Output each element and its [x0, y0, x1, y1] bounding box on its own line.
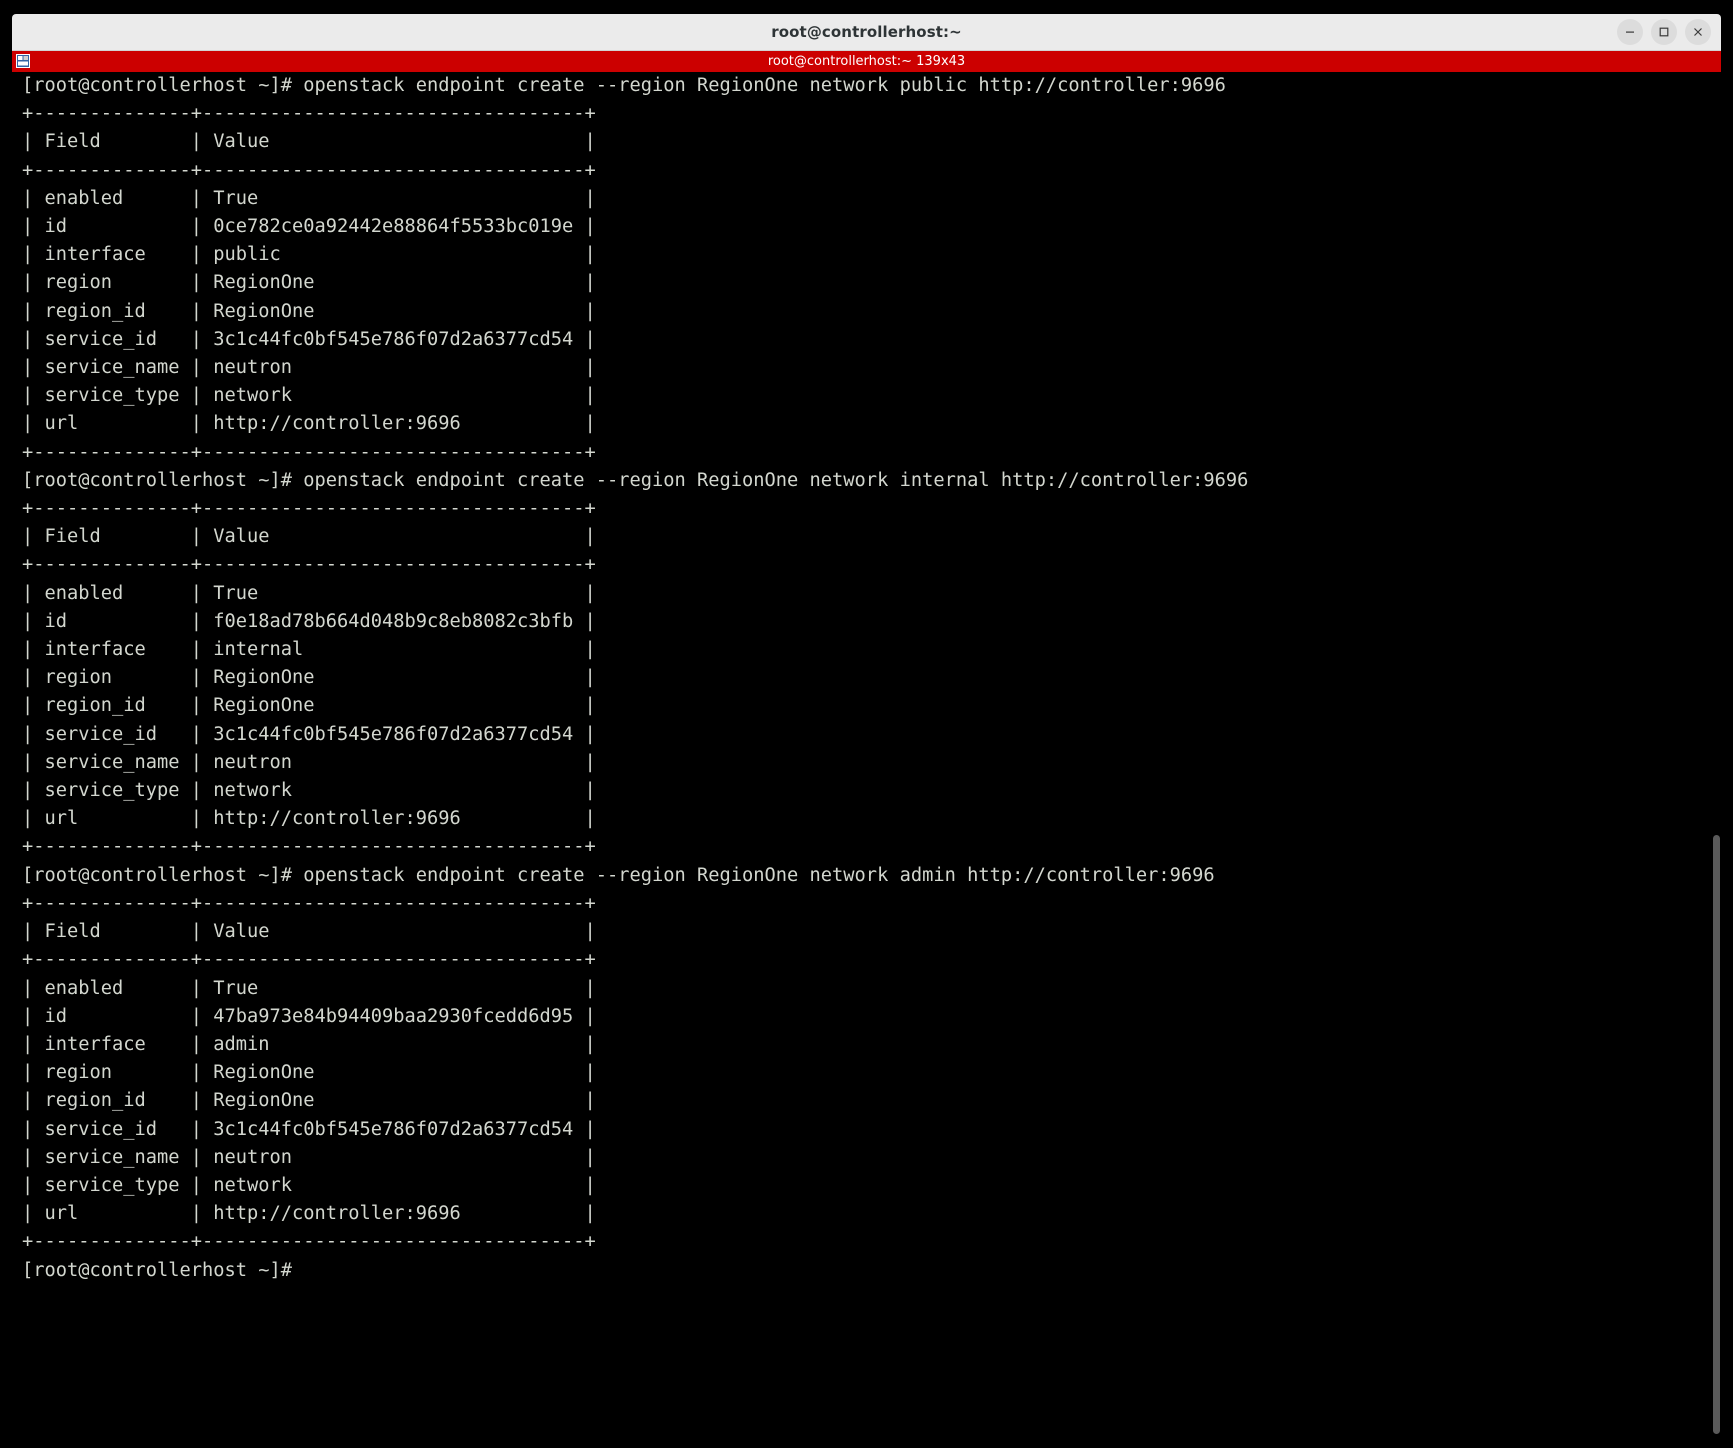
close-button[interactable]	[1685, 19, 1711, 45]
window-title: root@controllerhost:~	[771, 23, 962, 41]
close-icon	[1694, 28, 1702, 36]
terminal-output: [root@controllerhost ~]# openstack endpo…	[22, 75, 1249, 1281]
minimize-button[interactable]	[1617, 19, 1643, 45]
terminal-window: root@controllerhost:~ root@controllerhos…	[0, 0, 1733, 1448]
terminal-tabbar[interactable]: root@controllerhost:~ 139x43	[12, 51, 1721, 72]
window-controls	[1617, 14, 1711, 50]
terminal-scrollbar-thumb[interactable]	[1713, 834, 1720, 1434]
terminal-screen[interactable]: [root@controllerhost ~]# openstack endpo…	[12, 72, 1721, 1434]
minimize-icon	[1626, 31, 1634, 33]
maximize-icon	[1659, 27, 1669, 37]
maximize-button[interactable]	[1651, 19, 1677, 45]
terminal-scrollbar[interactable]	[1712, 72, 1721, 1434]
terminal-icon	[16, 54, 30, 68]
window-titlebar: root@controllerhost:~	[12, 14, 1721, 51]
tab-label: root@controllerhost:~ 139x43	[767, 54, 966, 69]
